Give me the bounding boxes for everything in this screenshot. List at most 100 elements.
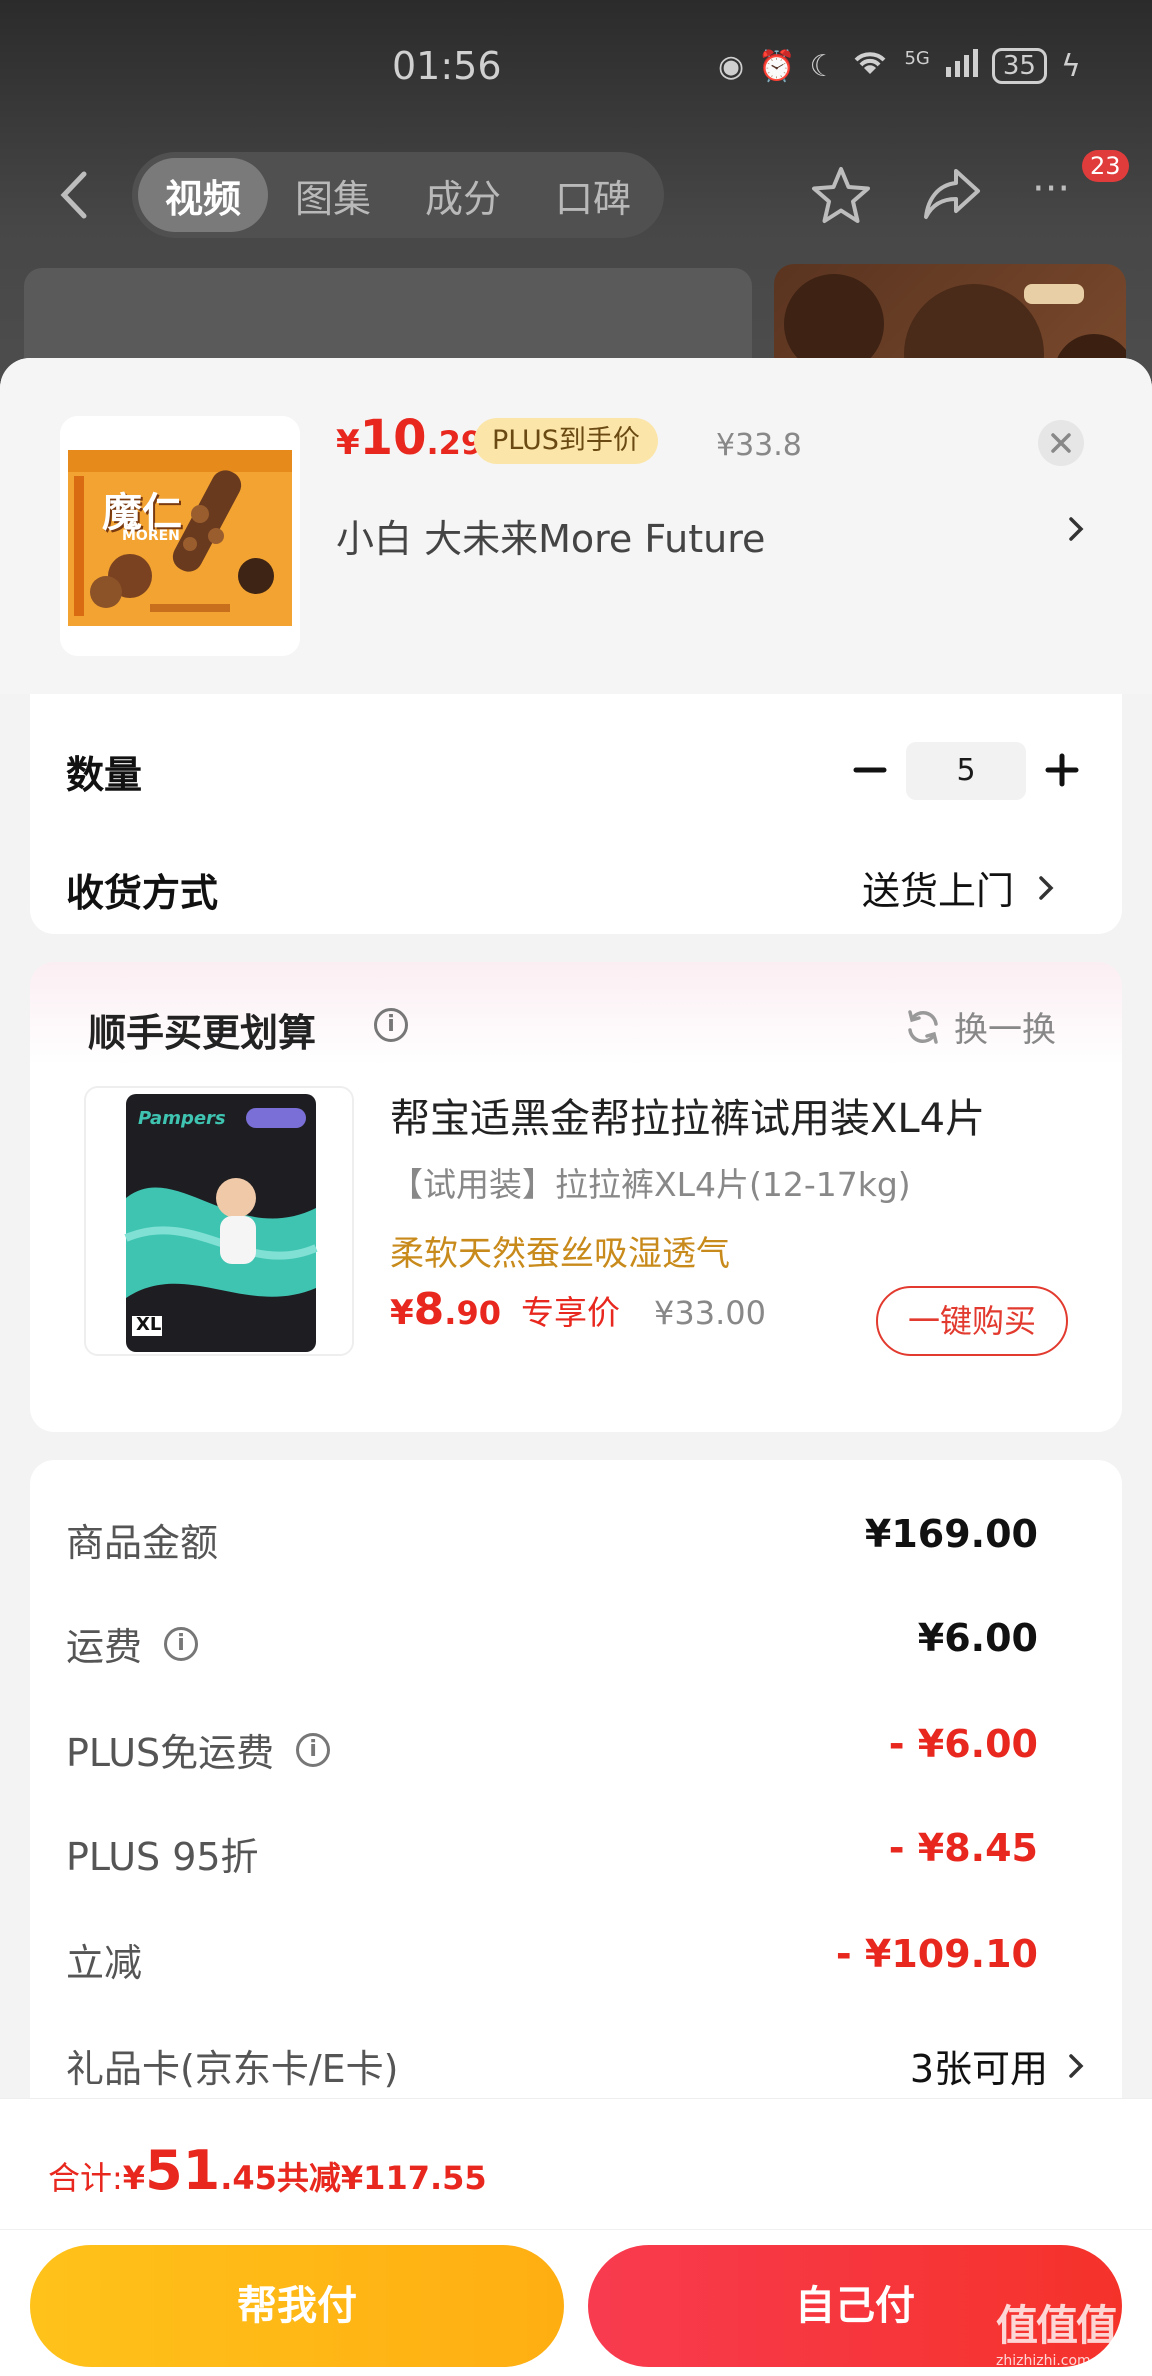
share-button[interactable] [922,165,982,227]
checkout-sheet: 魔仁 MOREN ¥ 10 .29 PLUS到手价 ¥33.8 小白 大未来Mo… [0,358,1152,2376]
cost-value-instant-discount: - ¥109.10 [835,1932,1038,1976]
share-icon [924,169,980,219]
plus-icon [1045,753,1079,787]
media-tabs: 视频 图集 成分 口碑 [132,152,664,238]
cost-value-subtotal: ¥169.00 [864,1512,1038,1556]
info-icon[interactable]: i [164,1626,199,1661]
delivery-label: 收货方式 [66,871,219,915]
tab-reviews[interactable]: 口碑 [528,158,658,232]
recommendation-title: 顺手买更划算 [88,1011,317,1055]
cost-row-label: 运费 i [66,1616,199,1671]
gift-card-label-text: 礼品卡(京东卡/E卡) [66,2047,399,2091]
cost-value-shipping: ¥6.00 [917,1616,1038,1660]
close-button[interactable] [1038,420,1084,466]
total-decimal: .45 [220,2159,277,2197]
recommended-product-name[interactable]: 帮宝适黑金帮拉拉裤试用装XL4片 [390,1086,985,1144]
refresh-icon [908,1009,938,1044]
product-thumbnail: 魔仁 MOREN [60,416,300,656]
tab-ingredients[interactable]: 成分 [398,158,528,232]
cost-label-instant-discount: 立减 [66,1941,143,1985]
chevron-right-icon [1069,517,1084,541]
tab-gallery[interactable]: 图集 [268,158,398,232]
watermark: 值值值 zhizhizhi.com [996,2292,1146,2372]
alarm-icon: ⏰ [758,48,796,84]
cost-row-label: 立减 [66,1932,142,1987]
price-integer: 8 [413,1284,445,1335]
gift-card-value: 3张可用 [909,2047,1048,2091]
battery-indicator: 35 [991,48,1047,84]
product-price: ¥ 10 .29 [336,410,483,480]
total-saved: 共减¥117.55 [276,2159,487,2197]
cost-label-subtotal: 商品金额 [66,1521,219,1565]
recommendation-card: 顺手买更划算 i 换一换 Pampers XL 帮宝适黑金帮拉拉裤试用装XL4片… [30,962,1122,1432]
recommended-original-price: ¥33.00 [653,1294,766,1332]
more-button[interactable]: ··· [1032,166,1070,212]
watermark-logo: 值值值 [996,2301,1118,2350]
back-button[interactable] [54,170,94,220]
recommended-product-feature: 柔软天然蚕丝吸湿透气 [390,1234,730,1274]
signal-icon [944,47,978,85]
divider [0,2229,1152,2230]
eye-icon: ◉ [718,48,745,84]
shop-name[interactable]: 小白 大未来More Future [336,508,765,563]
price-currency: ¥ [336,423,360,463]
cost-row-label: 商品金额 [66,1512,218,1567]
status-bar: 01:56 ◉ ⏰ ☾ 5G 35 ϟ [0,0,1152,130]
status-time: 01:56 [392,44,502,88]
top-nav: 视频 图集 成分 口碑 ··· 23 [0,150,1152,240]
total-integer: 51 [145,2139,221,2202]
exclusive-price-label: 专享价 [520,1293,620,1332]
tab-video[interactable]: 视频 [138,158,268,232]
original-price: ¥33.8 [716,428,802,463]
charging-icon: ϟ [1060,48,1081,84]
thumbnail-brand-en: MOREN [122,528,180,544]
network-label: 5G [904,47,930,69]
chevron-left-icon [60,171,87,219]
price-integer: 10 [359,410,427,466]
close-icon [1051,433,1071,453]
cost-label-plus-discount: PLUS 95折 [66,1835,259,1879]
size-label: XL [136,1314,162,1335]
swap-label: 换一换 [954,1010,1056,1050]
notification-badge: 23 [1082,150,1129,182]
more-icon: ··· [1032,166,1071,212]
quantity-increase-button[interactable] [1042,750,1082,790]
checkout-bottom-bar: 合计: ¥ 51 .45 共减¥117.55 帮我付 自己付 [0,2098,1152,2376]
delivery-method-value[interactable]: 送货上门 [862,860,1056,915]
one-click-buy-button[interactable]: 一键购买 [876,1286,1068,1356]
star-icon [812,167,870,223]
quantity-decrease-button[interactable] [850,750,890,790]
wifi-icon [850,46,890,86]
gift-card-selector[interactable]: 3张可用 [910,2038,1086,2093]
total-label: 合计: [48,2159,123,2197]
status-icons: ◉ ⏰ ☾ 5G 35 ϟ [718,44,1081,88]
pampers-logo: Pampers [138,1108,226,1129]
watermark-url: zhizhizhi.com [996,2353,1091,2369]
price-decimal: .90 [444,1294,501,1332]
cost-value-plus-discount: - ¥8.45 [888,1826,1038,1870]
product-header: 魔仁 MOREN ¥ 10 .29 PLUS到手价 ¥33.8 小白 大未来Mo… [0,358,1152,694]
moon-icon: ☾ [809,48,837,84]
shop-arrow[interactable] [1066,514,1086,548]
recommended-product-spec: 【试用装】拉拉裤XL4片(12-17kg) [390,1165,911,1204]
cost-value-plus-free-shipping: - ¥6.00 [888,1722,1038,1766]
chevron-right-icon [1069,2053,1084,2078]
price-currency: ¥ [390,1293,414,1333]
info-icon[interactable]: i [296,1732,331,1767]
info-icon[interactable]: i [374,1008,408,1042]
plus-price-tag: PLUS到手价 [474,418,658,464]
favorite-button[interactable] [810,165,872,229]
order-options-card: 数量 5 收货方式 送货上门 [30,694,1122,934]
recommended-product-image[interactable]: Pampers XL [84,1086,354,1356]
cost-label-shipping: 运费 [66,1625,143,1669]
swap-button[interactable]: 换一换 [904,1002,1056,1051]
help-me-pay-button[interactable]: 帮我付 [30,2245,564,2367]
minus-icon [853,767,887,773]
total-currency: ¥ [122,2159,146,2197]
cost-row-label: PLUS 95折 [66,1826,259,1881]
quantity-label: 数量 [66,753,143,797]
quantity-input[interactable]: 5 [906,742,1026,800]
delivery-method-text: 送货上门 [862,869,1015,913]
order-total: 合计: ¥ 51 .45 共减¥117.55 [48,2139,487,2202]
chevron-right-icon [1039,875,1054,900]
